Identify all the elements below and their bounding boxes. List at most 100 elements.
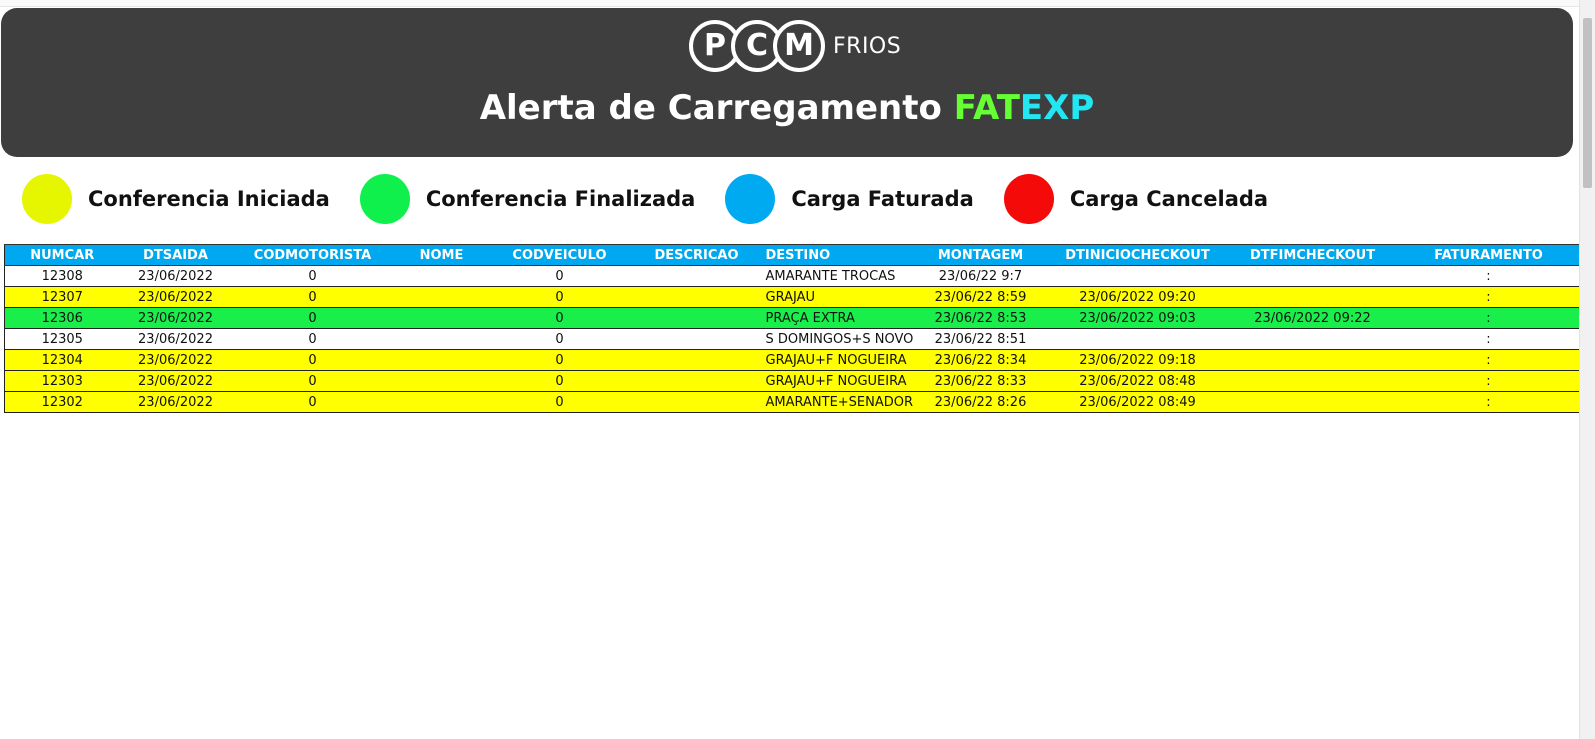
cell-numcar: 12303 (4, 370, 120, 392)
cell-codveiculo: 0 (489, 328, 630, 350)
cell-descricao (629, 391, 764, 413)
cell-dtfimcheckout (1227, 370, 1398, 392)
loading-table: NUMCAR DTSAIDA CODMOTORISTA NOME CODVEICULO D… (4, 244, 1580, 413)
cell-dtiniciocheckout (1047, 328, 1228, 350)
cell-descricao (629, 328, 764, 350)
column-header-nome[interactable]: NOME (393, 244, 490, 266)
legend-color-dot (1003, 174, 1054, 224)
status-legend: Conferencia Iniciada Conferencia Finaliza… (22, 173, 1298, 225)
column-header-destino[interactable]: DESTINO (763, 244, 914, 266)
cell-dtfimcheckout: 23/06/2022 09:22 (1227, 307, 1398, 329)
column-header-dtiniciocheckout[interactable]: DTINICIOCHECKOUT (1047, 244, 1228, 266)
cell-nome (393, 286, 490, 308)
cell-codveiculo: 0 (489, 286, 630, 308)
cell-dtsaida: 23/06/2022 (119, 286, 232, 308)
cell-nome (393, 307, 490, 329)
cell-codmotorista: 0 (231, 391, 394, 413)
cell-dtsaida: 23/06/2022 (119, 391, 232, 413)
column-header-descricao[interactable]: DESCRICAO (629, 244, 764, 266)
cell-faturamento: : (1397, 286, 1580, 308)
cell-dtiniciocheckout (1047, 265, 1228, 287)
cell-nome (393, 391, 490, 413)
cell-destino: GRAJAU+F NOGUEIRA (763, 349, 914, 371)
cell-descricao (629, 307, 764, 329)
cell-dtiniciocheckout: 23/06/2022 09:18 (1047, 349, 1228, 371)
page-title-main: Alerta de Carregamento (479, 88, 942, 128)
cell-codmotorista: 0 (231, 265, 394, 287)
cell-dtsaida: 23/06/2022 (119, 265, 232, 287)
table-row[interactable]: 12302 23/06/2022 0 0 AMARANTE+SENADOR 23/06/2… (4, 391, 1580, 413)
page-header: P C M FRIOS Alerta de Carregamento FATEX… (1, 8, 1573, 157)
table-row[interactable]: 12307 23/06/2022 0 0 GRAJAU 23/06/22 8:59 23/0… (4, 286, 1580, 308)
cell-dtfimcheckout (1227, 286, 1398, 308)
loading-table-container: NUMCAR DTSAIDA CODMOTORISTA NOME CODVEICULO D… (4, 244, 1580, 413)
cell-dtfimcheckout (1227, 349, 1398, 371)
pcm-frios-logo: P C M FRIOS (689, 20, 901, 72)
cell-dtiniciocheckout: 23/06/2022 08:49 (1047, 391, 1228, 413)
page-scrollbar[interactable] (1579, 0, 1595, 739)
column-header-codveiculo[interactable]: CODVEICULO (489, 244, 630, 266)
cell-nome (393, 328, 490, 350)
cell-destino: PRAÇA EXTRA (763, 307, 914, 329)
logo-suffix: FRIOS (833, 33, 902, 59)
cell-dtiniciocheckout: 23/06/2022 08:48 (1047, 370, 1228, 392)
column-header-faturamento[interactable]: FATURAMENTO (1397, 244, 1580, 266)
cell-dtsaida: 23/06/2022 (119, 328, 232, 350)
cell-nome (393, 370, 490, 392)
cell-numcar: 12308 (4, 265, 120, 287)
cell-dtsaida: 23/06/2022 (119, 370, 232, 392)
table-row[interactable]: 12308 23/06/2022 0 0 AMARANTE TROCAS 23/06/22… (4, 265, 1580, 287)
cell-codveiculo: 0 (489, 307, 630, 329)
cell-montagem: 23/06/22 9:7 (913, 265, 1048, 287)
column-header-codmotorista[interactable]: CODMOTORISTA (231, 244, 394, 266)
cell-dtfimcheckout (1227, 328, 1398, 350)
logo-letter-m: M (773, 20, 825, 72)
cell-dtfimcheckout (1227, 265, 1398, 287)
cell-codmotorista: 0 (231, 328, 394, 350)
legend-color-dot (22, 174, 72, 224)
cell-destino: S DOMINGOS+S NOVO (763, 328, 914, 350)
cell-dtiniciocheckout: 23/06/2022 09:03 (1047, 307, 1228, 329)
cell-montagem: 23/06/22 8:59 (913, 286, 1048, 308)
cell-numcar: 12302 (4, 391, 120, 413)
cell-faturamento: : (1397, 265, 1580, 287)
cell-montagem: 23/06/22 8:51 (913, 328, 1048, 350)
scrollbar-thumb[interactable] (1583, 18, 1592, 188)
legend-item: Carga Faturada (725, 174, 974, 224)
cell-descricao (629, 265, 764, 287)
table-row[interactable]: 12303 23/06/2022 0 0 GRAJAU+F NOGUEIRA 23/06/… (4, 370, 1580, 392)
browser-top-edge (0, 0, 1580, 7)
cell-destino: GRAJAU (763, 286, 914, 308)
legend-label: Carga Faturada (791, 187, 974, 211)
cell-faturamento: : (1397, 391, 1580, 413)
cell-numcar: 12307 (4, 286, 120, 308)
cell-codmotorista: 0 (231, 307, 394, 329)
page-title-fat: FAT (953, 88, 1020, 128)
cell-numcar: 12304 (4, 349, 120, 371)
table-row[interactable]: 12306 23/06/2022 0 0 PRAÇA EXTRA 23/06/22 8:5… (4, 307, 1580, 329)
cell-faturamento: : (1397, 307, 1580, 329)
cell-faturamento: : (1397, 349, 1580, 371)
table-row[interactable]: 12304 23/06/2022 0 0 GRAJAU+F NOGUEIRA 23/06/… (4, 349, 1580, 371)
column-header-montagem[interactable]: MONTAGEM (913, 244, 1048, 266)
cell-faturamento: : (1397, 328, 1580, 350)
cell-destino: GRAJAU+F NOGUEIRA (763, 370, 914, 392)
column-header-numcar[interactable]: NUMCAR (4, 244, 120, 266)
cell-descricao (629, 286, 764, 308)
cell-numcar: 12305 (4, 328, 120, 350)
cell-codveiculo: 0 (489, 391, 630, 413)
cell-montagem: 23/06/22 8:26 (913, 391, 1048, 413)
legend-item: Conferencia Finalizada (359, 174, 696, 224)
cell-montagem: 23/06/22 8:34 (913, 349, 1048, 371)
cell-nome (393, 265, 490, 287)
table-row[interactable]: 12305 23/06/2022 0 0 S DOMINGOS+S NOVO 23/06/… (4, 328, 1580, 350)
column-header-dtfimcheckout[interactable]: DTFIMCHECKOUT (1227, 244, 1398, 266)
table-header-row: NUMCAR DTSAIDA CODMOTORISTA NOME CODVEICULO D… (4, 244, 1580, 266)
legend-label: Conferencia Finalizada (425, 187, 696, 211)
cell-codveiculo: 0 (489, 265, 630, 287)
legend-color-dot (725, 174, 776, 224)
cell-dtiniciocheckout: 23/06/2022 09:20 (1047, 286, 1228, 308)
cell-codveiculo: 0 (489, 370, 630, 392)
legend-item: Carga Cancelada (1003, 174, 1268, 224)
column-header-dtsaida[interactable]: DTSAIDA (119, 244, 232, 266)
